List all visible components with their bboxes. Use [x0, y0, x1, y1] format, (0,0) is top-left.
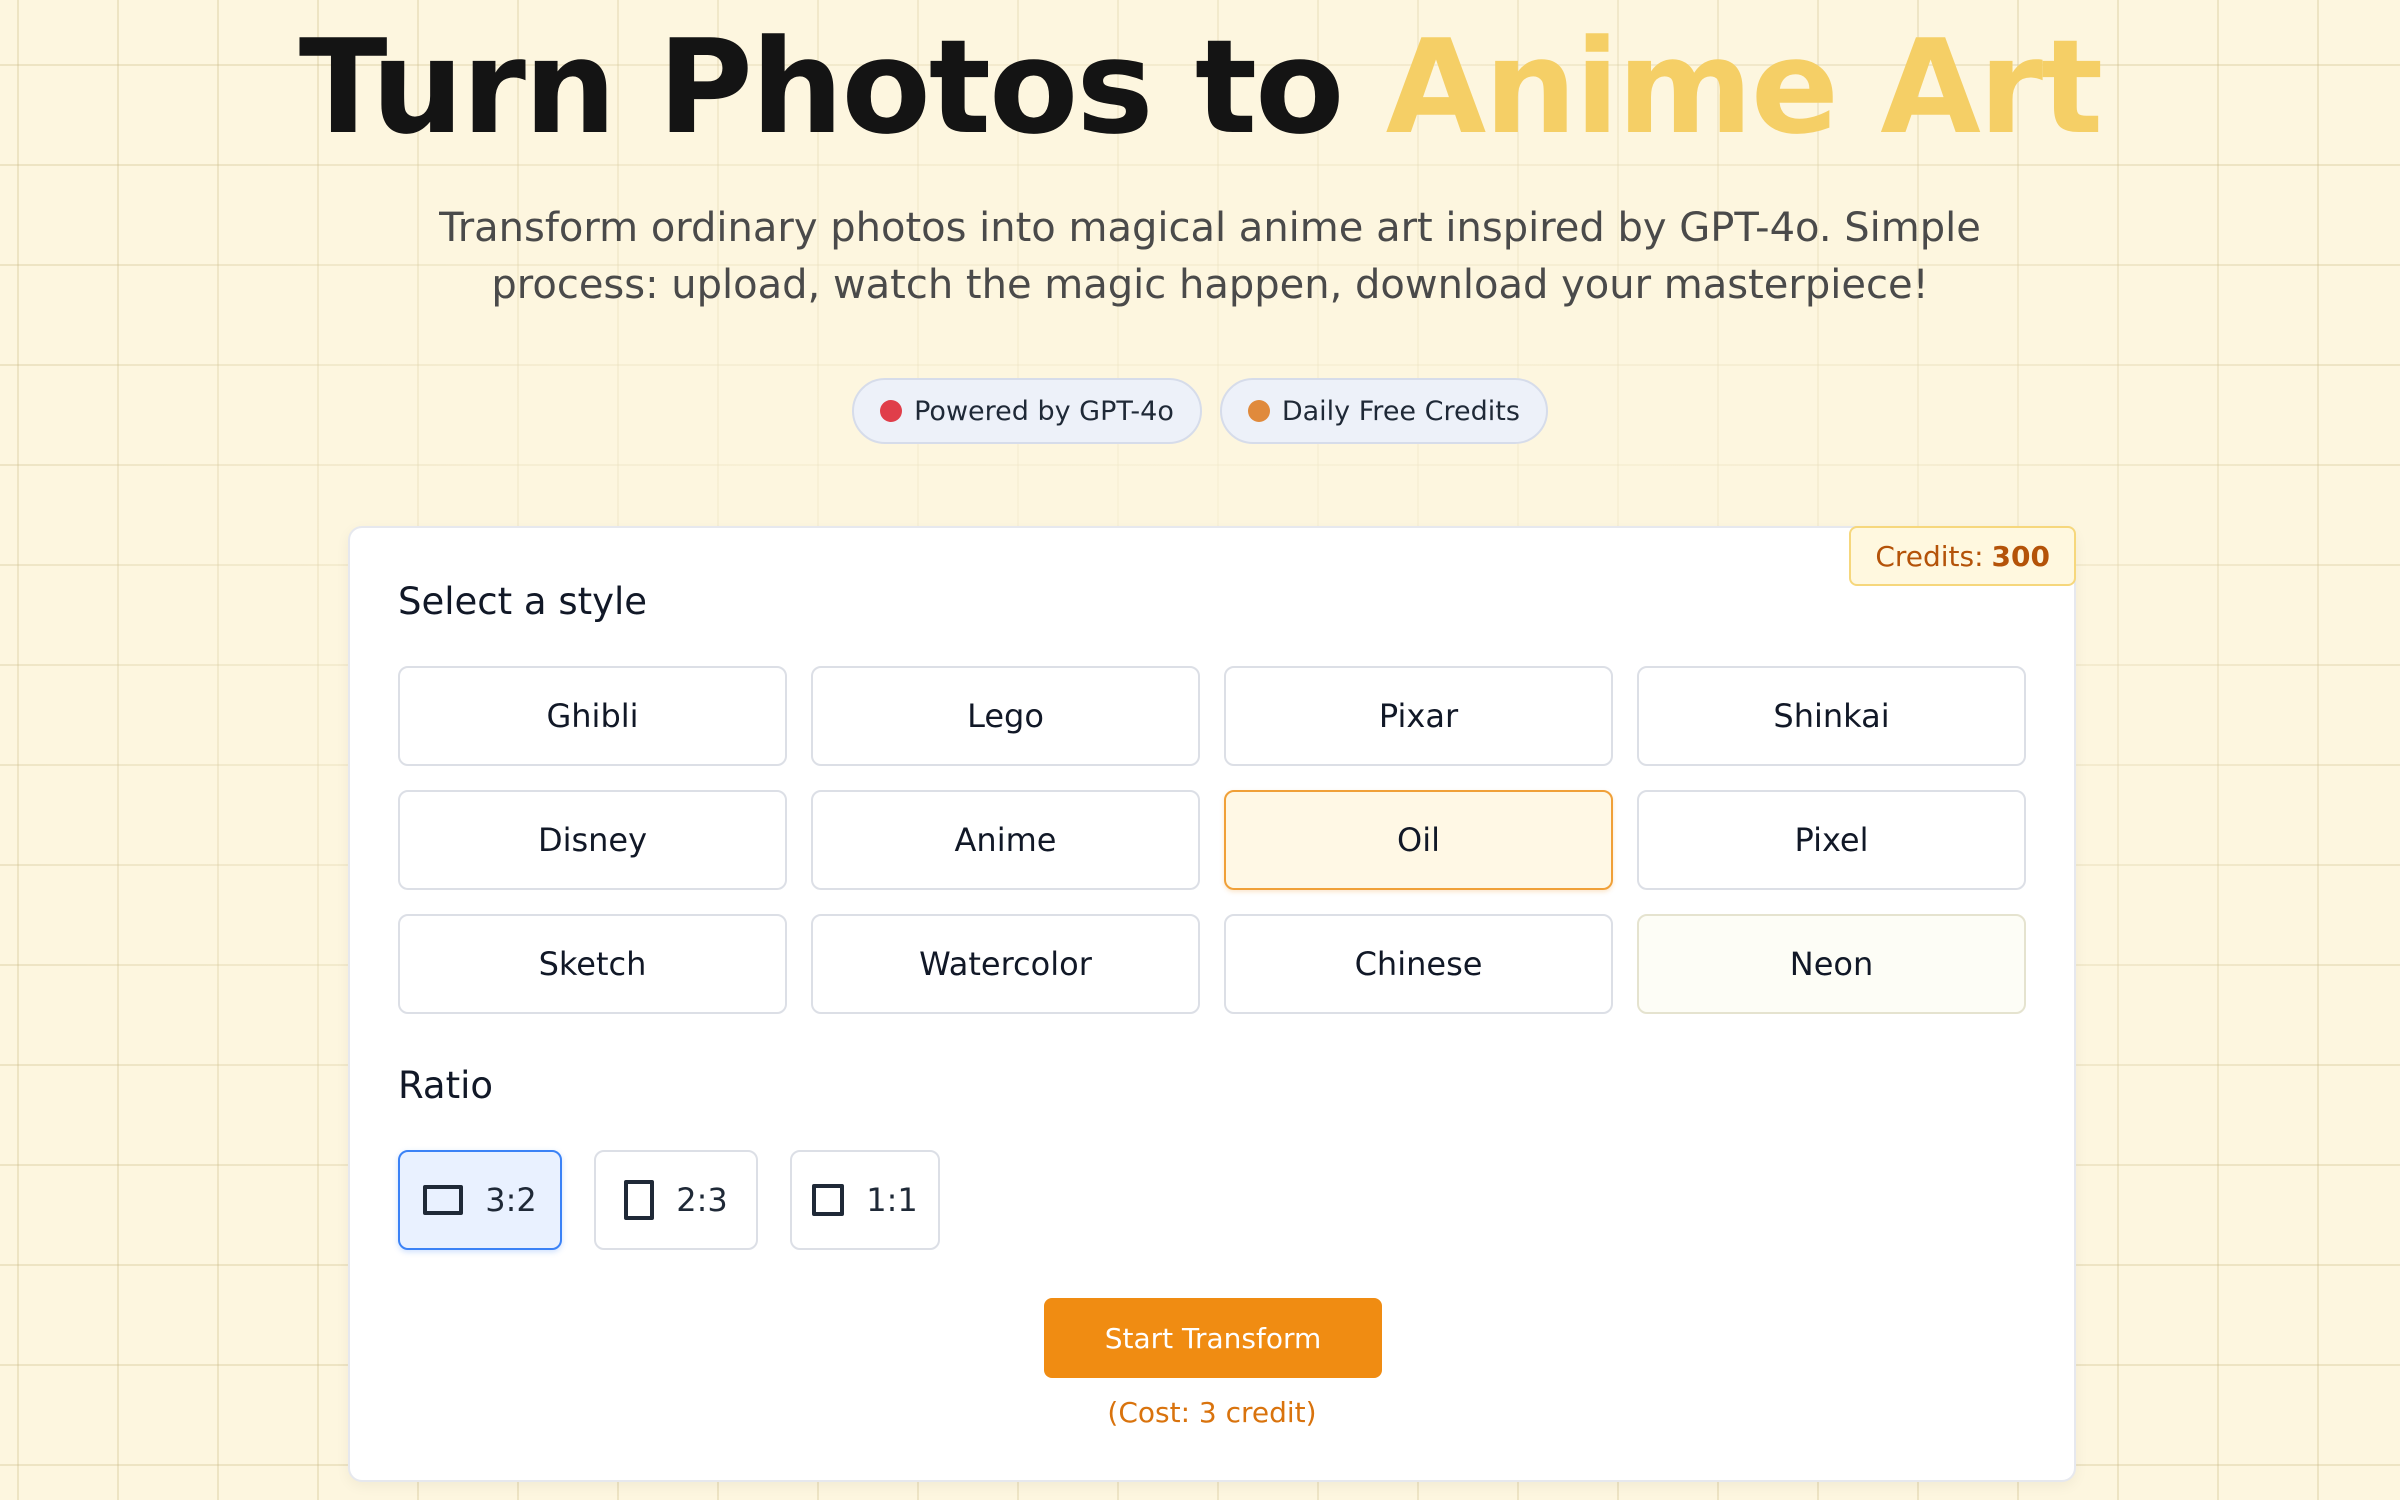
badge-powered-by: Powered by GPT-4o: [852, 378, 1202, 444]
badge-label: Powered by GPT-4o: [914, 395, 1174, 427]
style-option-watercolor[interactable]: Watercolor: [811, 914, 1200, 1014]
ratio-option-3-2[interactable]: 3:2: [398, 1150, 562, 1250]
style-option-ghibli[interactable]: Ghibli: [398, 666, 787, 766]
feature-badges: Powered by GPT-4o Daily Free Credits: [0, 378, 2400, 444]
ratio-label: 2:3: [676, 1181, 728, 1219]
cost-note: (Cost: 3 credit): [1107, 1396, 1317, 1429]
ratio-section-title: Ratio: [398, 1064, 493, 1107]
credits-badge: Credits: 300: [1849, 526, 2076, 586]
badge-label: Daily Free Credits: [1281, 395, 1520, 427]
portrait-rect-icon: [624, 1180, 655, 1220]
badge-daily-credits: Daily Free Credits: [1219, 378, 1548, 444]
red-dot-icon: [880, 400, 903, 422]
orange-dot-icon: [1247, 400, 1270, 422]
style-option-pixel[interactable]: Pixel: [1637, 790, 2026, 890]
hero-title-accent: Anime Art: [1385, 11, 2103, 163]
hero-title-main: Turn Photos to: [298, 11, 1386, 163]
credits-value: 300: [1991, 539, 2050, 573]
style-option-anime[interactable]: Anime: [811, 790, 1200, 890]
style-option-sketch[interactable]: Sketch: [398, 914, 787, 1014]
ratio-label: 3:2: [485, 1181, 537, 1219]
style-option-neon[interactable]: Neon: [1637, 914, 2026, 1014]
hero-subtitle: Transform ordinary photos into magical a…: [439, 205, 1981, 308]
style-option-chinese[interactable]: Chinese: [1224, 914, 1613, 1014]
style-option-shinkai[interactable]: Shinkai: [1637, 666, 2026, 766]
style-option-lego[interactable]: Lego: [811, 666, 1200, 766]
ratio-option-2-3[interactable]: 2:3: [594, 1150, 758, 1250]
transform-card: Credits: 300 Select a style Ghibli Lego …: [348, 526, 2076, 1482]
ratio-option-1-1[interactable]: 1:1: [790, 1150, 940, 1250]
ratio-label: 1:1: [866, 1181, 918, 1219]
style-section-title: Select a style: [398, 580, 648, 623]
ratio-options: 3:2 2:3 1:1: [398, 1150, 940, 1250]
style-grid: Ghibli Lego Pixar Shinkai Disney Anime O…: [398, 666, 2026, 1014]
style-option-pixar[interactable]: Pixar: [1224, 666, 1613, 766]
hero-title: Turn Photos to Anime Art: [0, 12, 2400, 162]
style-option-disney[interactable]: Disney: [398, 790, 787, 890]
landscape-rect-icon: [423, 1185, 464, 1215]
square-icon: [812, 1184, 845, 1216]
credits-label: Credits:: [1875, 539, 1984, 573]
style-option-oil[interactable]: Oil: [1224, 790, 1613, 890]
start-transform-button[interactable]: Start Transform: [1044, 1298, 1382, 1378]
